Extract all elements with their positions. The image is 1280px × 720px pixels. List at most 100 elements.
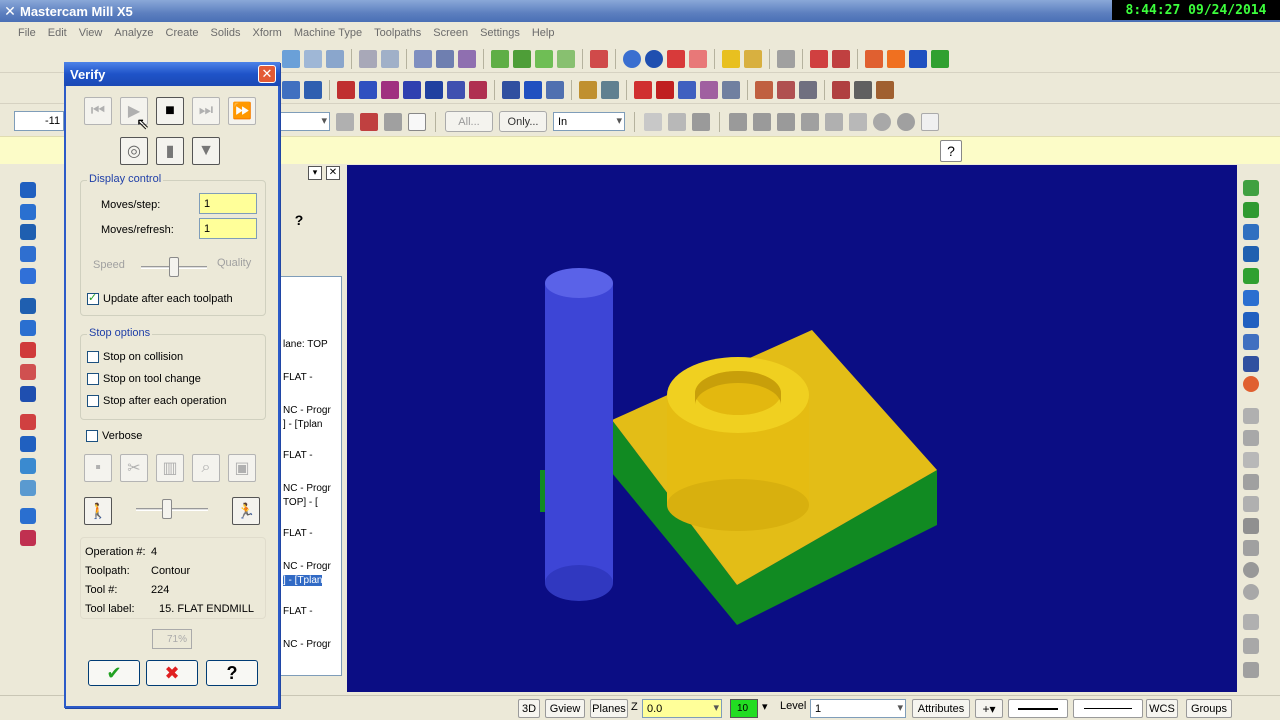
list-item[interactable]: NC - Progr [283, 405, 331, 416]
stop-button[interactable]: ■ [156, 97, 184, 125]
ops-help-icon[interactable]: ? [288, 212, 310, 234]
select-exclaim-icon[interactable] [360, 112, 378, 131]
slow-walk-button[interactable]: 🚶 [84, 497, 112, 525]
right-tool-17-icon[interactable] [1243, 540, 1259, 556]
select-all-button[interactable]: All... [445, 111, 493, 132]
gview-button[interactable]: Gview [545, 699, 585, 718]
right-tool-2-icon[interactable] [1243, 202, 1259, 218]
transform-icon[interactable] [887, 50, 905, 68]
mirror-icon[interactable] [865, 50, 883, 68]
bound-box-icon[interactable] [447, 81, 465, 99]
draft-icon[interactable] [678, 81, 696, 99]
arrow-offset-icon[interactable] [546, 81, 564, 99]
save-stl-icon[interactable]: ▣ [228, 454, 256, 482]
graph-icon[interactable]: ▥ [156, 454, 184, 482]
pattern-icon[interactable] [854, 81, 872, 99]
left-tool-2-icon[interactable] [20, 204, 36, 220]
menu-screen[interactable]: Screen [433, 27, 468, 39]
right-tool-19-icon[interactable] [1243, 584, 1259, 600]
ribbon-help-icon[interactable]: ? [940, 140, 962, 162]
fit-icon[interactable] [381, 50, 399, 68]
speed-quality-slider[interactable] [169, 257, 179, 277]
ok-button[interactable]: ✔ [88, 660, 140, 686]
left-tool-6-icon[interactable] [20, 298, 36, 314]
solid-grid-icon[interactable] [799, 81, 817, 99]
pencil-icon[interactable] [722, 50, 740, 68]
right-tool-16-icon[interactable] [1243, 518, 1259, 534]
moves-step-input[interactable]: 1 [199, 193, 257, 214]
polygon-icon[interactable] [359, 81, 377, 99]
right-tool-20-icon[interactable] [1243, 614, 1259, 630]
left-tool-14-icon[interactable] [20, 480, 36, 496]
list-item[interactable]: lane: TOP [283, 339, 328, 350]
hex3-icon[interactable] [753, 112, 771, 131]
right-tool-3-icon[interactable] [1243, 224, 1259, 240]
line-width-combo[interactable] [1073, 699, 1143, 718]
show-filter-button[interactable]: ▼ [192, 137, 220, 165]
list-item[interactable]: FLAT - [283, 372, 313, 383]
shade-solid-icon[interactable] [801, 112, 819, 131]
fillet-icon[interactable] [469, 81, 487, 99]
menu-toolpaths[interactable]: Toolpaths [374, 27, 421, 39]
list-item[interactable]: FLAT - [283, 606, 313, 617]
rewind-button[interactable]: ⏮ [84, 97, 112, 125]
letters-icon[interactable] [425, 81, 443, 99]
snap-icon[interactable] [579, 81, 597, 99]
list-item[interactable]: NC - Progr [283, 561, 331, 572]
fast-forward-button[interactable]: ⏩ [228, 97, 256, 125]
fill-icon[interactable] [832, 81, 850, 99]
menu-machine-type[interactable]: Machine Type [294, 27, 362, 39]
units-combo[interactable]: In [553, 112, 625, 131]
shade-sphere-icon[interactable] [645, 50, 663, 68]
hex2-icon[interactable] [729, 112, 747, 131]
tools-icon[interactable] [931, 50, 949, 68]
left-tool-3-icon[interactable] [20, 224, 36, 240]
arrow-select-icon[interactable] [668, 112, 686, 131]
ellipse-icon[interactable] [381, 81, 399, 99]
stop-tool-change-checkbox[interactable] [87, 373, 99, 385]
menu-analyze[interactable]: Analyze [114, 27, 153, 39]
right-tool-8-icon[interactable] [1243, 334, 1259, 350]
right-tool-12-icon[interactable] [1243, 430, 1259, 446]
step-forward-button[interactable]: ⏭ [192, 97, 220, 125]
line-icon[interactable] [304, 81, 322, 99]
right-tool-10-icon[interactable] [1243, 376, 1259, 392]
z-depth-combo[interactable]: 0.0 [642, 699, 722, 718]
gview-side-icon[interactable] [458, 50, 476, 68]
list-item[interactable]: NC - Progr [283, 483, 331, 494]
check-icon[interactable] [849, 112, 867, 131]
wcs-button[interactable]: WCS [1146, 699, 1178, 718]
solid-revolve-icon[interactable] [777, 81, 795, 99]
color-swatch-button[interactable]: 10 [730, 699, 758, 718]
left-tool-7-icon[interactable] [20, 320, 36, 336]
close-button[interactable]: ✕ [258, 65, 276, 83]
stop-each-op-checkbox[interactable] [87, 395, 99, 407]
speed-slider[interactable] [162, 499, 172, 519]
stats-icon[interactable] [832, 50, 850, 68]
fast-run-button[interactable]: 🏃 [232, 497, 260, 525]
3d-button[interactable]: 3D [518, 699, 540, 718]
cancel-button[interactable]: ✖ [146, 660, 198, 686]
gview-top-icon[interactable] [414, 50, 432, 68]
right-tool-21-icon[interactable] [1243, 638, 1259, 654]
no-icon[interactable] [873, 112, 891, 131]
left-tool-1-icon[interactable] [20, 182, 36, 198]
right-tool-9-icon[interactable] [1243, 356, 1259, 372]
sigma-icon[interactable] [909, 50, 927, 68]
menu-file[interactable]: File [18, 27, 36, 39]
list-item[interactable]: FLAT - [283, 450, 313, 461]
list-item[interactable]: NC - Progr [283, 639, 331, 650]
solid-extrude-icon[interactable] [755, 81, 773, 99]
help-button[interactable]: ? [206, 660, 258, 686]
bottle-icon[interactable] [876, 81, 894, 99]
menu-edit[interactable]: Edit [48, 27, 67, 39]
left-tool-12-icon[interactable] [20, 436, 36, 452]
erase-icon[interactable] [689, 50, 707, 68]
wand-icon[interactable] [744, 50, 762, 68]
left-tool-9-icon[interactable] [20, 364, 36, 380]
zoom-out-icon[interactable] [326, 50, 344, 68]
list-item-selected[interactable]: ] - [Tplan [283, 575, 323, 586]
undo-shape-icon[interactable] [825, 112, 843, 131]
menu-solids[interactable]: Solids [211, 27, 241, 39]
chamfer-icon[interactable] [502, 81, 520, 99]
